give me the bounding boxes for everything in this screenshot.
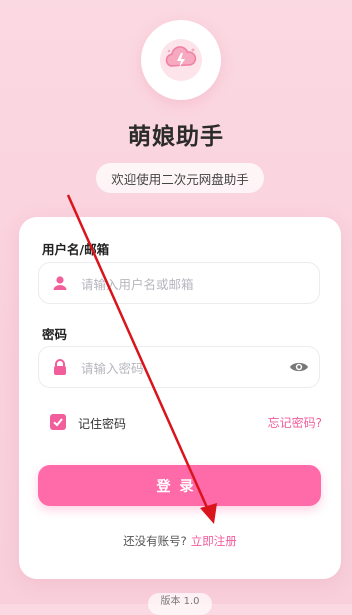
check-icon <box>53 418 63 427</box>
version-label: 版本 1.0 <box>148 593 212 615</box>
cloud-bolt-icon <box>160 39 202 81</box>
username-label: 用户名/邮箱 <box>42 242 110 257</box>
login-button[interactable]: 登录 <box>38 465 321 506</box>
forgot-password-link[interactable]: 忘记密码? <box>268 414 322 431</box>
password-placeholder: 请输入密码 <box>81 361 144 376</box>
username-input[interactable]: 请输入用户名或邮箱 <box>38 262 320 304</box>
app-title: 萌娘助手 <box>128 124 224 150</box>
register-row: 还没有账号? 立即注册 <box>19 533 341 549</box>
password-input[interactable]: 请输入密码 <box>38 346 320 388</box>
eye-icon[interactable] <box>289 358 309 376</box>
remember-label[interactable]: 记住密码 <box>78 415 126 432</box>
app-logo <box>141 20 221 100</box>
no-account-text: 还没有账号? <box>123 534 187 548</box>
password-label: 密码 <box>42 327 68 342</box>
user-icon <box>53 276 67 290</box>
lock-icon <box>54 359 66 375</box>
remember-checkbox[interactable] <box>50 414 66 430</box>
login-card: 用户名/邮箱 请输入用户名或邮箱 密码 请输入密码 记住密码 忘记密码? 登录 … <box>19 217 341 579</box>
app-subtitle: 欢迎使用二次元网盘助手 <box>96 163 264 193</box>
register-link[interactable]: 立即注册 <box>191 534 237 548</box>
username-placeholder: 请输入用户名或邮箱 <box>81 277 194 292</box>
